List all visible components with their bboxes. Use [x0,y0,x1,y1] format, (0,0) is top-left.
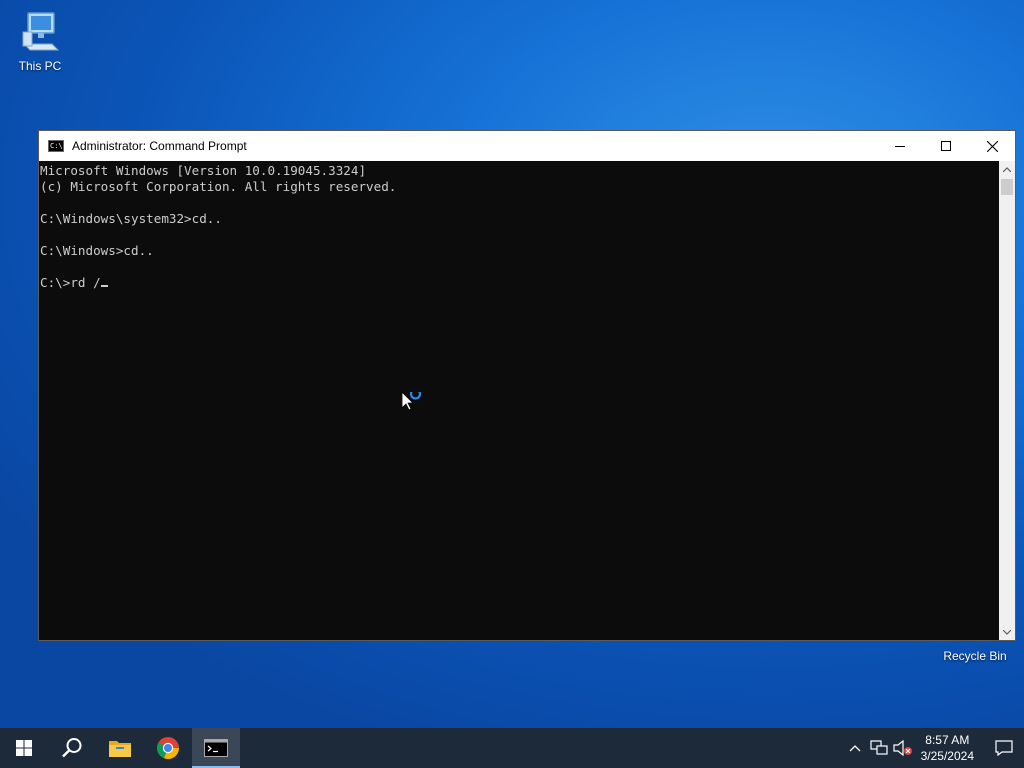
desktop-icon-this-pc[interactable]: This PC [0,10,80,73]
console-input: C:\>rd / [40,275,101,290]
chevron-up-icon [849,745,861,752]
minimize-icon [895,146,905,147]
command-prompt-window[interactable]: C:\ Administrator: Command Prompt Micros… [38,130,1016,641]
maximize-icon [941,141,951,151]
file-explorer-icon [109,741,131,757]
taskbar-file-explorer[interactable] [96,728,144,768]
notification-icon [995,740,1013,756]
scroll-up-button[interactable] [999,161,1015,177]
taskbar-chrome[interactable] [144,728,192,768]
console-line [40,227,999,243]
show-hidden-icons-button[interactable] [843,728,867,768]
desktop-icon-label: This PC [18,59,62,73]
volume-button[interactable] [891,728,915,768]
clock-time: 8:57 AM [925,733,970,747]
console-line [40,195,999,211]
busy-cursor-icon [401,388,426,421]
title-bar[interactable]: C:\ Administrator: Command Prompt [39,131,1015,161]
action-center-button[interactable] [984,728,1024,768]
chrome-icon [156,737,180,760]
close-icon [986,140,998,152]
desktop-icon-label: Recycle Bin [943,649,1007,663]
console-line: (c) Microsoft Corporation. All rights re… [40,179,397,194]
start-button[interactable] [0,728,48,768]
scroll-down-button[interactable] [999,624,1015,640]
console-line: C:\Windows\system32>cd.. [40,211,222,226]
clock-date: 3/25/2024 [920,749,974,763]
cmd-icon [204,739,228,757]
close-button[interactable] [969,131,1015,161]
search-button[interactable] [48,728,96,768]
console-line: C:\Windows>cd.. [40,243,154,258]
vertical-scrollbar[interactable] [999,161,1015,640]
volume-muted-icon [893,740,912,756]
console-output[interactable]: Microsoft Windows [Version 10.0.19045.33… [39,161,999,640]
windows-start-icon [16,740,32,756]
console-prompt-line[interactable]: C:\>rd / [40,275,999,291]
chevron-down-icon [1003,629,1011,635]
console-line [40,259,999,275]
text-cursor [100,285,108,287]
clock[interactable]: 8:57 AM 3/25/2024 [915,732,984,764]
maximize-button[interactable] [923,131,969,161]
search-icon [62,738,82,758]
cmd-icon-text: C:\ [50,142,63,150]
system-tray: 8:57 AM 3/25/2024 [843,728,1024,768]
network-icon [870,740,888,755]
chevron-up-icon [1003,166,1011,172]
cmd-icon: C:\ [48,140,64,152]
minimize-button[interactable] [877,131,923,161]
computer-icon [22,12,60,51]
network-button[interactable] [867,728,891,768]
scroll-thumb[interactable] [1001,179,1013,195]
taskbar-command-prompt[interactable] [192,728,240,768]
window-title: Administrator: Command Prompt [72,139,247,153]
taskbar: 8:57 AM 3/25/2024 [0,728,1024,768]
console-line: Microsoft Windows [Version 10.0.19045.33… [40,163,367,178]
